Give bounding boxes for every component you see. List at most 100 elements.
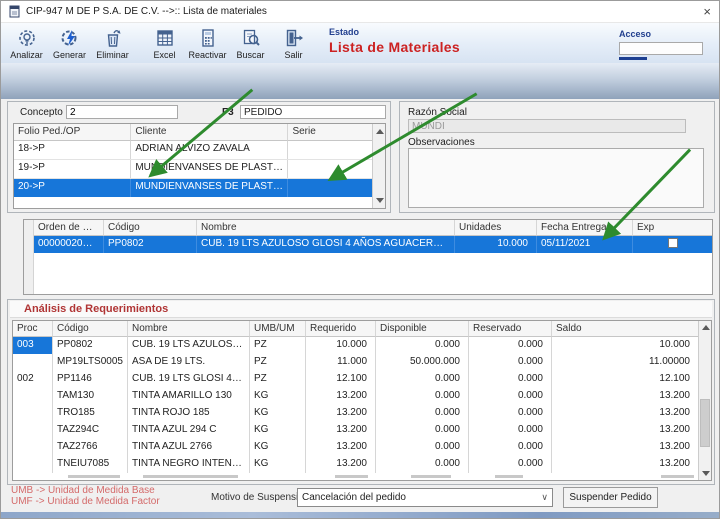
analizar-button[interactable]: Analizar [5, 25, 48, 60]
serie-cell [288, 141, 372, 159]
disponible-cell: 0.000 [376, 337, 469, 354]
saldo-col-header[interactable]: Saldo [552, 321, 698, 337]
scroll-down-icon[interactable] [376, 198, 384, 203]
folio-col-header[interactable]: Folio Ped./OP [14, 124, 131, 141]
analisis-row[interactable]: TAZ294C TINTA AZUL 294 C KG 13.200 0.000… [13, 422, 698, 439]
estado-label: Estado [329, 27, 460, 37]
analisis-table: Proc Código Nombre UMB/UM Requerido Disp… [12, 320, 712, 481]
analisis-row[interactable]: TAM130 TINTA AMARILLO 130 KG 13.200 0.00… [13, 388, 698, 405]
motivo-suspension-select[interactable]: Cancelación del pedido ∨ [297, 488, 553, 507]
codigo-cell: TAM130 [53, 388, 128, 405]
analisis-row[interactable]: TAZ2766 TINTA AZUL 2766 KG 13.200 0.000 … [13, 439, 698, 456]
buscar-button[interactable]: Buscar [229, 25, 272, 60]
concepto-input[interactable] [66, 105, 178, 119]
close-icon[interactable]: × [703, 5, 711, 18]
excel-button[interactable]: Excel [143, 25, 186, 60]
motivo-selected-value: Cancelación del pedido [302, 492, 406, 503]
reservado-col-header[interactable]: Reservado [469, 321, 552, 337]
reactivar-button[interactable]: Reactivar [186, 25, 229, 60]
fecha-col-header[interactable]: Fecha Entrega [537, 220, 633, 236]
observaciones-box[interactable] [408, 148, 704, 208]
umb-cell: KG [250, 439, 306, 456]
razon-social-label: Razón Social [408, 107, 467, 118]
search-document-icon [239, 26, 262, 49]
disponible-col-header[interactable]: Disponible [376, 321, 469, 337]
analisis-row[interactable]: TRO185 TINTA ROJO 185 KG 13.200 0.000 0.… [13, 405, 698, 422]
reservado-cell: 0.000 [469, 388, 552, 405]
codigo-col-header[interactable]: Código [53, 321, 128, 337]
codigo-col-header[interactable]: Código [104, 220, 197, 236]
motivo-suspension-label: Motivo de Suspensión [211, 492, 309, 503]
buscar-label: Buscar [236, 50, 264, 60]
umb-cell: PZ [250, 337, 306, 354]
acceso-label: Acceso [619, 29, 705, 39]
exp-col-header[interactable]: Exp [633, 220, 712, 236]
analisis-row[interactable]: 003 PP0802 CUB. 19 LTS AZULOSO GLO... PZ… [13, 337, 698, 354]
saldo-cell: 13.200 [552, 456, 698, 473]
scrollbar-thumb[interactable] [700, 399, 710, 447]
app-window: CIP-947 M DE P S.A. DE C.V. -->:: Lista … [0, 0, 720, 519]
pedido-field[interactable]: PEDIDO [240, 105, 386, 119]
orden-cell: 00000020M01 [34, 236, 104, 253]
app-icon [9, 5, 20, 18]
umb-cell: PZ [250, 371, 306, 388]
window-title: CIP-947 M DE P S.A. DE C.V. -->:: Lista … [26, 6, 267, 17]
orden-col-header[interactable]: Orden de Prod [34, 220, 104, 236]
requerido-col-header[interactable]: Requerido [306, 321, 376, 337]
orden-panel: Orden de Prod Código Nombre Unidades Fec… [23, 219, 713, 295]
exp-checkbox[interactable] [668, 238, 678, 248]
analisis-row[interactable]: TNEIU7085 TINTA NEGRO INTENSO UV... KG 1… [13, 456, 698, 473]
folio-row-selected[interactable]: 20->P MUNDIENVANSES DE PLASTICO ... [14, 179, 372, 197]
suspender-pedido-button[interactable]: Suspender Pedido [563, 487, 658, 508]
serie-col-header[interactable]: Serie [288, 124, 372, 141]
orden-row-selected[interactable]: 00000020M01 PP0802 CUB. 19 LTS AZULOSO G… [34, 236, 712, 253]
detalle-panel: Razón Social MUNDI Observaciones [399, 101, 715, 213]
unidades-cell: 10.000 [455, 236, 537, 253]
saldo-cell: 13.200 [552, 405, 698, 422]
estado-value: Lista de Materiales [329, 39, 460, 55]
reservado-cell: 0.000 [469, 439, 552, 456]
analisis-row[interactable]: 002 PP1146 CUB. 19 LTS GLOSI 4A AGU... P… [13, 371, 698, 388]
analisis-scrollbar[interactable] [698, 321, 711, 480]
nombre-cell: TINTA AZUL 2766 [128, 439, 250, 456]
saldo-cell: 10.000 [552, 337, 698, 354]
titlebar: CIP-947 M DE P S.A. DE C.V. -->:: Lista … [1, 1, 719, 23]
proc-col-header[interactable]: Proc [13, 321, 53, 337]
disponible-cell: 0.000 [376, 388, 469, 405]
folio-row[interactable]: 18->P ADRIAN ALVIZO ZAVALA [14, 141, 372, 160]
nombre-col-header[interactable]: Nombre [128, 321, 250, 337]
disponible-cell: 50.000.000 [376, 354, 469, 371]
exit-door-icon [282, 26, 305, 49]
serie-cell [288, 160, 372, 178]
analisis-title: Análisis de Requerimientos [24, 303, 168, 315]
acceso-input[interactable] [619, 42, 703, 55]
serie-cell [288, 179, 372, 197]
umb-col-header[interactable]: UMB/UM [250, 321, 306, 337]
analizar-label: Analizar [10, 50, 43, 60]
eliminar-label: Eliminar [96, 50, 129, 60]
analisis-row[interactable]: MP19LTS0005 ASA DE 19 LTS. PZ 11.000 50.… [13, 354, 698, 371]
scroll-up-icon[interactable] [702, 325, 710, 330]
unidades-col-header[interactable]: Unidades [455, 220, 537, 236]
folio-scrollbar[interactable] [372, 124, 385, 208]
codigo-cell: MP19LTS0005 [53, 354, 128, 371]
nombre-cell: TINTA AZUL 294 C [128, 422, 250, 439]
generar-button[interactable]: Generar [48, 25, 91, 60]
cliente-col-header[interactable]: Cliente [131, 124, 288, 141]
eliminar-button[interactable]: Eliminar [91, 25, 134, 60]
nombre-col-header[interactable]: Nombre [197, 220, 455, 236]
reactivate-calculator-icon [196, 26, 219, 49]
folio-header-row: Folio Ped./OP Cliente Serie [14, 124, 372, 141]
umb-cell: KG [250, 422, 306, 439]
proc-cell [13, 422, 53, 439]
concepto-groupbox: Concepto F3 PEDIDO Folio Ped./OP Cliente… [7, 101, 391, 213]
folio-row[interactable]: 19->P MUNDIENVANSES DE PLASTICO ... [14, 160, 372, 179]
scroll-up-icon[interactable] [376, 129, 384, 134]
salir-button[interactable]: Salir [272, 25, 315, 60]
fecha-entrega-cell: 05/11/2021 [537, 236, 633, 253]
row-selector-strip [24, 220, 34, 294]
umb-cell: KG [250, 405, 306, 422]
analyze-gear-bulb-icon [15, 26, 38, 49]
scroll-down-icon[interactable] [702, 471, 710, 476]
proc-cell: 002 [13, 371, 53, 388]
